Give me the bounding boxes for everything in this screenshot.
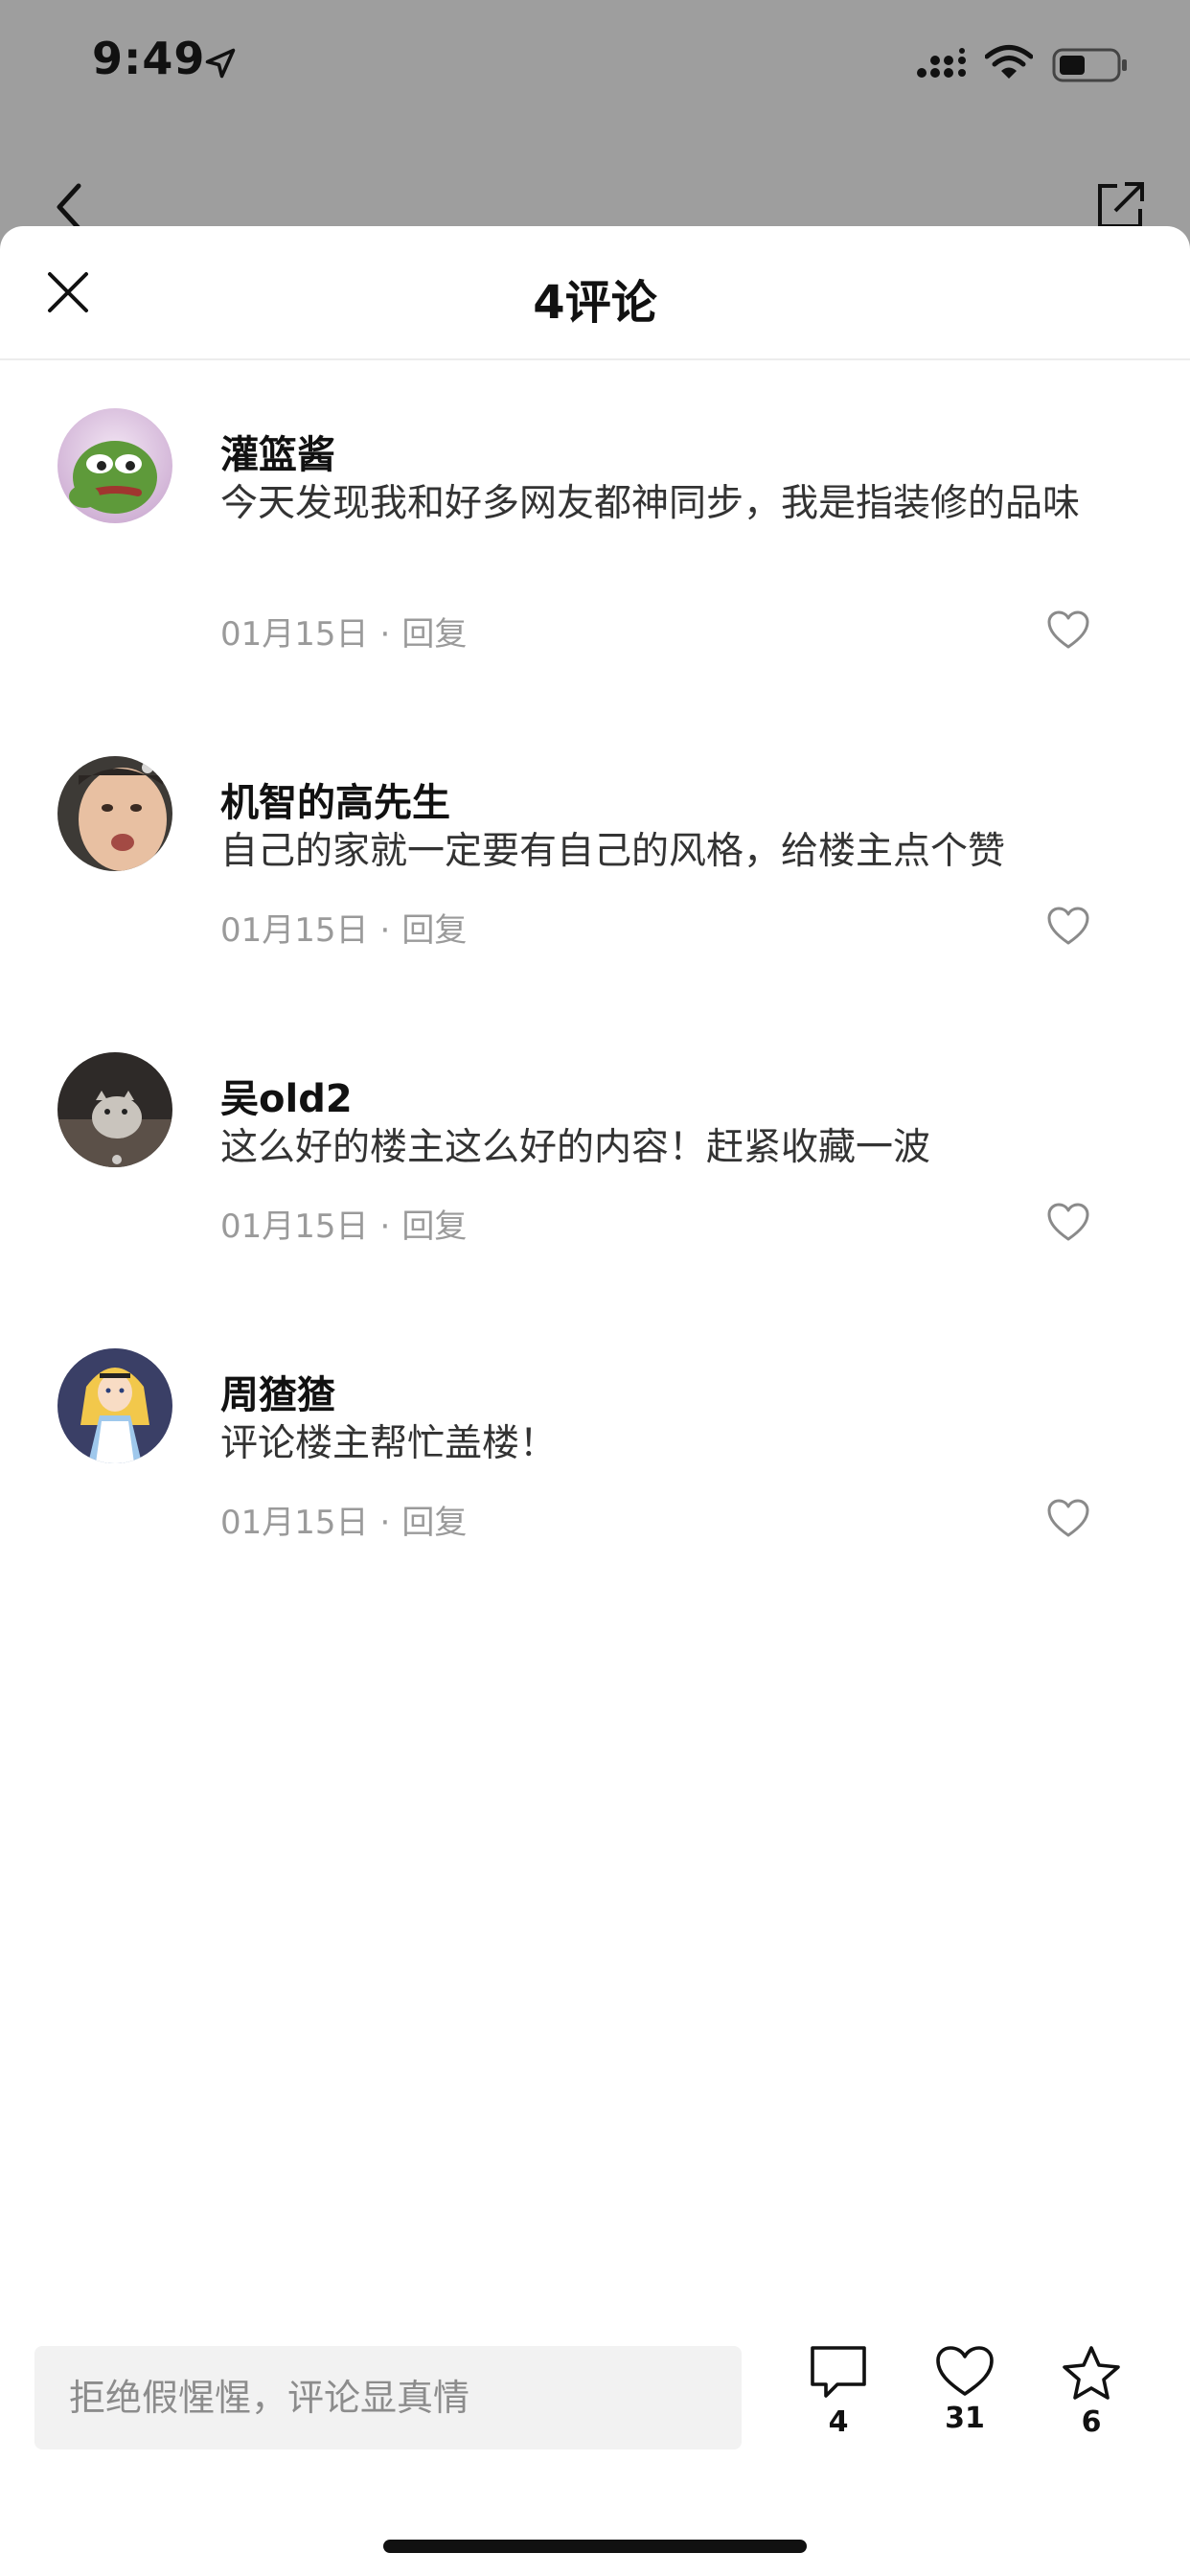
comment-icon xyxy=(811,2346,866,2398)
separator-dot: · xyxy=(379,615,391,654)
battery-icon xyxy=(1052,48,1127,82)
status-time: 9:49 xyxy=(92,33,206,84)
separator-dot: · xyxy=(379,1504,391,1542)
signal-icon xyxy=(917,48,966,78)
comment-input[interactable] xyxy=(34,2346,742,2450)
comment-date: 01月15日 xyxy=(220,615,369,654)
avatar[interactable] xyxy=(57,756,172,871)
comment-meta: 01月15日 · 回复 xyxy=(220,1496,467,1543)
comment-count-button[interactable]: 4 xyxy=(795,2344,881,2439)
reply-button[interactable]: 回复 xyxy=(401,911,467,950)
comment-text: 自己的家就一定要有自己的风格，给楼主点个赞 xyxy=(220,830,1006,873)
reply-button[interactable]: 回复 xyxy=(401,1504,467,1542)
comments-sheet: 4评论 灌篮酱 今天发现我和好多网友都神同步，我是指装修的品味 01月15日 ·… xyxy=(0,226,1190,2576)
wifi-icon xyxy=(985,45,1033,79)
reply-button[interactable]: 回复 xyxy=(401,615,467,654)
comment-count: 4 xyxy=(828,2405,849,2439)
status-bar: 9:49 xyxy=(0,0,1190,126)
heart-icon[interactable] xyxy=(1046,906,1090,946)
location-icon xyxy=(205,48,236,79)
star-icon xyxy=(1063,2346,1120,2400)
comment-meta: 01月15日 · 回复 xyxy=(220,608,467,655)
sheet-header: 4评论 xyxy=(0,226,1190,360)
comment-text: 这么好的楼主这么好的内容！赶紧收藏一波 xyxy=(220,1126,931,1169)
heart-icon xyxy=(936,2346,994,2396)
avatar[interactable] xyxy=(57,1348,172,1463)
comment-author[interactable]: 周猹猹 xyxy=(220,1364,335,1419)
home-indicator xyxy=(383,2540,807,2553)
avatar[interactable] xyxy=(57,408,172,523)
comment-date: 01月15日 xyxy=(220,1504,369,1542)
reply-button[interactable]: 回复 xyxy=(401,1208,467,1246)
comment-text: 今天发现我和好多网友都神同步，我是指装修的品味 xyxy=(220,482,1081,525)
heart-icon[interactable] xyxy=(1046,1498,1090,1538)
like-button[interactable]: 31 xyxy=(922,2344,1008,2435)
comment-author[interactable]: 灌篮酱 xyxy=(220,424,335,479)
comment-date: 01月15日 xyxy=(220,911,369,950)
comment-date: 01月15日 xyxy=(220,1208,369,1246)
heart-icon[interactable] xyxy=(1046,1202,1090,1242)
favorite-button[interactable]: 6 xyxy=(1048,2344,1134,2439)
avatar[interactable] xyxy=(57,1052,172,1167)
comment-meta: 01月15日 · 回复 xyxy=(220,904,467,951)
bottom-bar: 4 31 6 xyxy=(0,2281,1190,2576)
comment-author[interactable]: 机智的高先生 xyxy=(220,771,450,827)
comment-text: 评论楼主帮忙盖楼！ xyxy=(220,1422,558,1465)
heart-icon[interactable] xyxy=(1046,610,1090,650)
sheet-title: 4评论 xyxy=(533,276,657,330)
separator-dot: · xyxy=(379,1208,391,1246)
favorite-count: 6 xyxy=(1081,2405,1102,2439)
like-count: 31 xyxy=(945,2402,985,2435)
comment-meta: 01月15日 · 回复 xyxy=(220,1200,467,1247)
separator-dot: · xyxy=(379,911,391,950)
comment-author[interactable]: 吴old2 xyxy=(220,1068,353,1123)
